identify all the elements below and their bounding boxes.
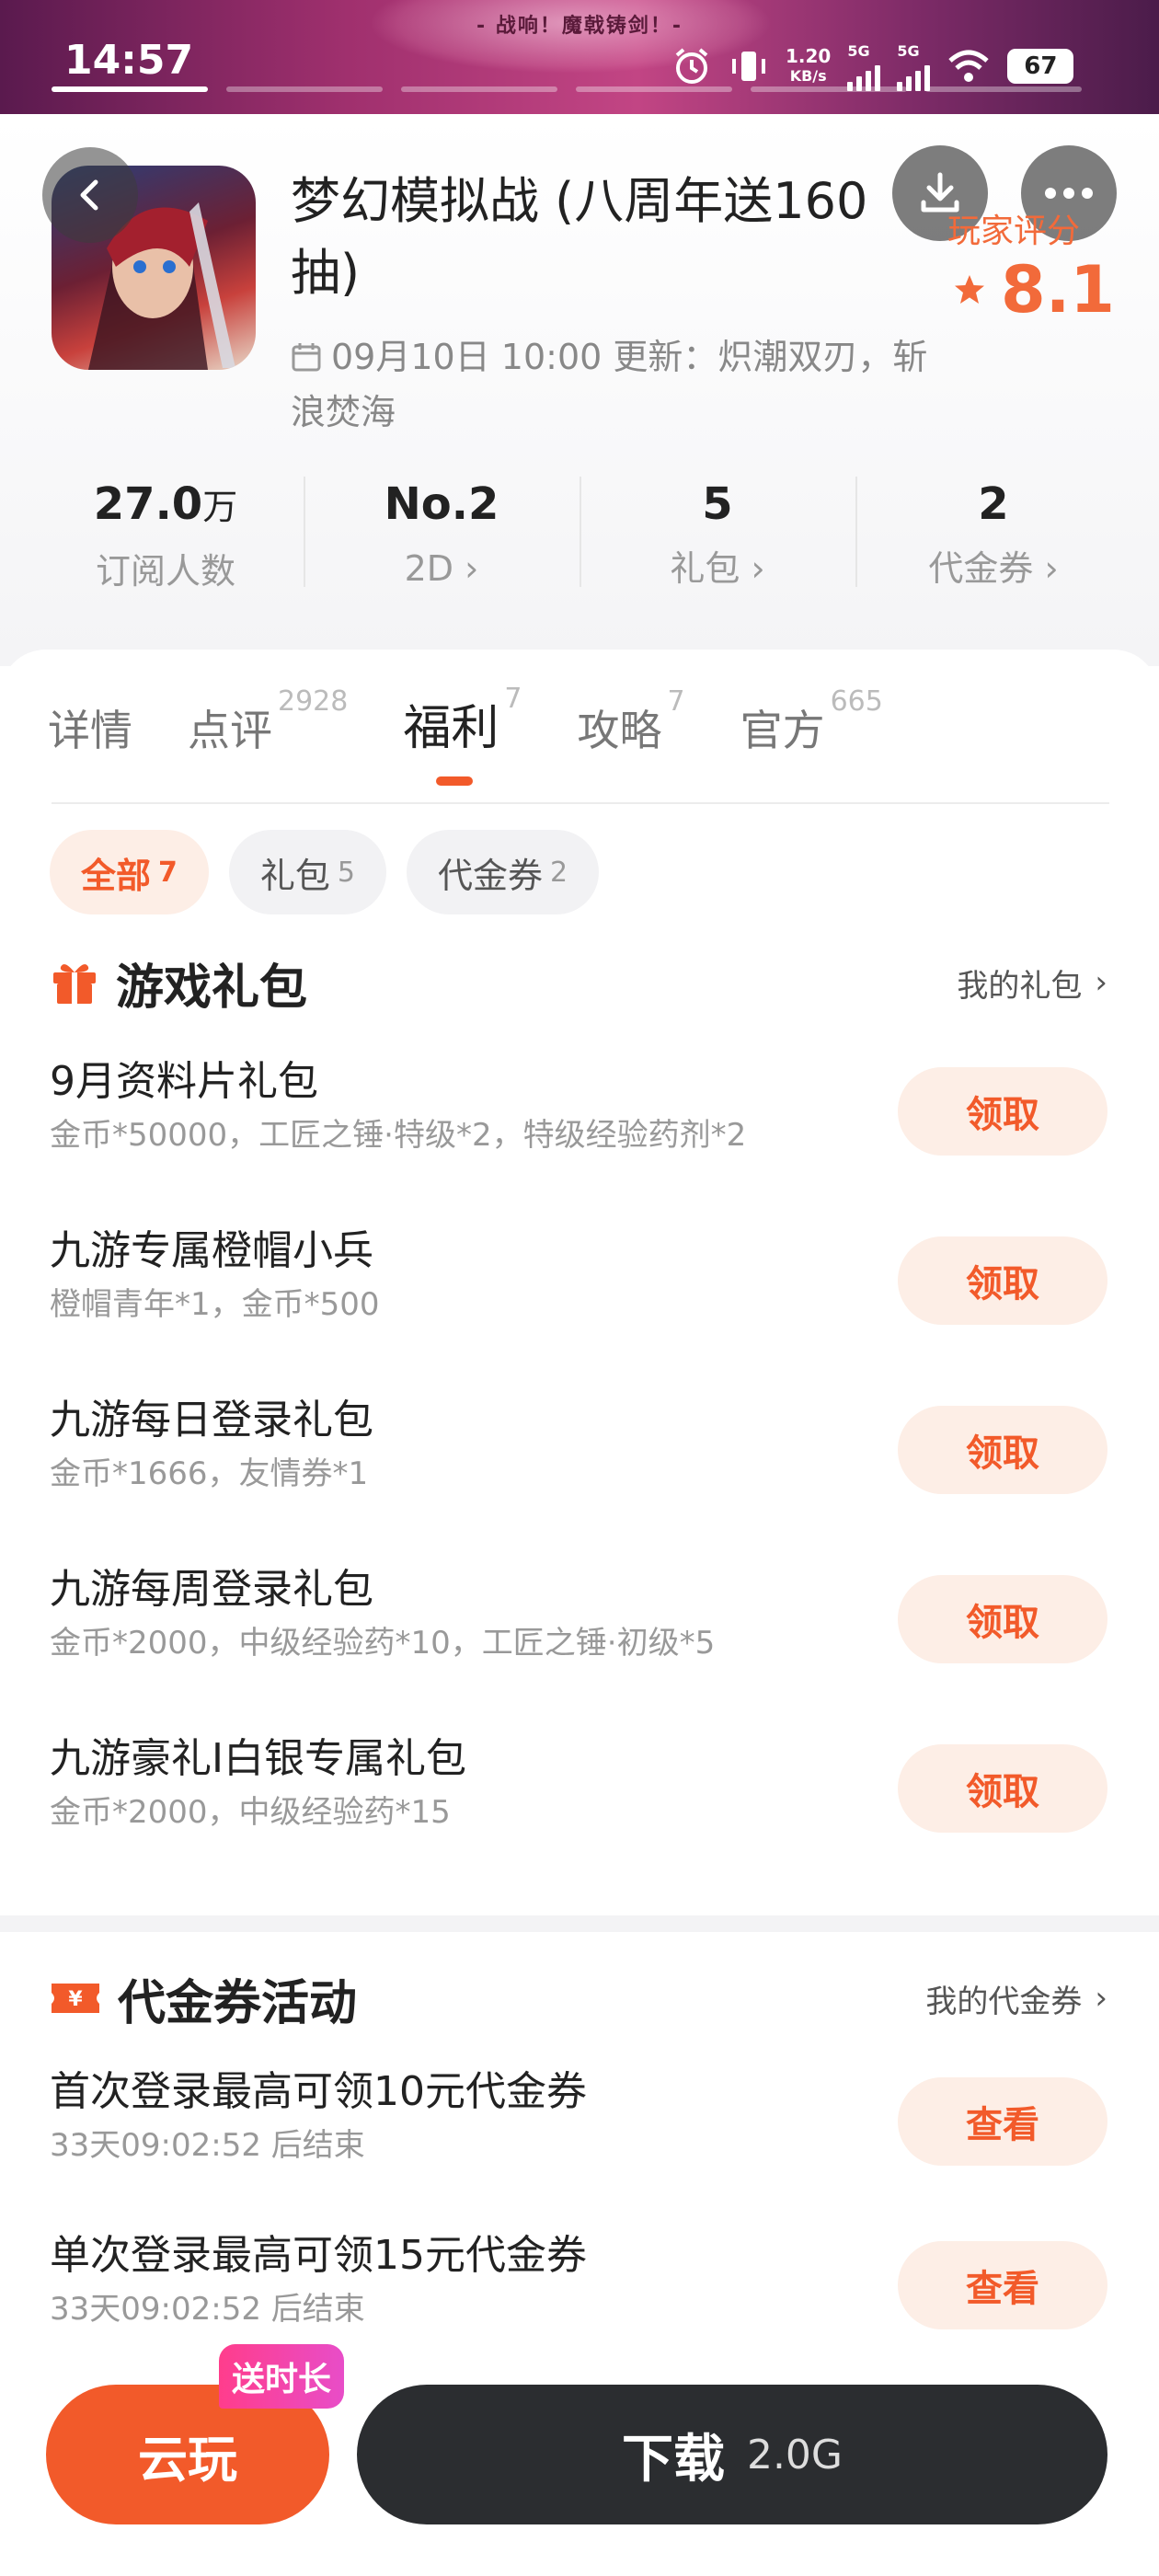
update-info: 09月10日 10:00 更新：炽潮双刃，斩浪焚海: [291, 331, 935, 438]
update-text: 09月10日 10:00 更新：炽潮双刃，斩浪焚海: [291, 337, 928, 432]
game-banner: - 战响！魔戟铸剑！- 14:57 1.20 KB/s 5G 5G 67: [0, 0, 1159, 114]
stat-ranking[interactable]: No.2 2D ›: [304, 467, 580, 596]
bottom-action-bar: 云玩 送时长 下载 2.0G: [0, 2344, 1159, 2576]
stat-gifts[interactable]: 5 礼包 ›: [580, 467, 855, 596]
chevron-right-icon: ›: [1044, 548, 1059, 589]
voucher-section-header: ¥ 代金券活动 我的代金券 ›: [50, 1961, 1107, 2035]
signal-icon: [847, 60, 881, 91]
more-icon: [1045, 188, 1093, 199]
gift-section-title: 游戏礼包: [116, 960, 308, 1016]
claim-button[interactable]: 领取: [898, 1744, 1107, 1833]
claim-button[interactable]: 领取: [898, 1575, 1107, 1663]
rating-value: 8.1: [1001, 252, 1116, 328]
stat-vouchers[interactable]: 2 代金券 ›: [855, 467, 1131, 596]
rating-label: 玩家评分: [947, 213, 1081, 250]
content-card: 详情 点评2928 福利7 攻略7 官方665 全部 7 礼包 5 代金券 2 游戏礼…: [0, 650, 1159, 2576]
wifi-icon: [948, 50, 990, 82]
cloud-play-label: 云玩: [138, 2430, 237, 2489]
claim-button[interactable]: 领取: [898, 1406, 1107, 1494]
stat-label: 2D: [404, 548, 454, 589]
tab-count: 665: [830, 684, 883, 718]
calendar-icon: [291, 335, 322, 386]
claim-button[interactable]: 领取: [898, 1236, 1107, 1325]
voucher-section-title: 代金券活动: [118, 1975, 358, 2031]
stat-subscribers: 27.0万 订阅人数: [28, 467, 304, 596]
download-button[interactable]: 下载 2.0G: [357, 2385, 1107, 2524]
my-vouchers-link[interactable]: 我的代金券 ›: [925, 1976, 1107, 2021]
alarm-icon: [675, 48, 708, 84]
tab-official[interactable]: 官方665: [740, 685, 883, 786]
gift-section-header: 游戏礼包 我的礼包 ›: [50, 946, 1107, 1019]
tab-guides[interactable]: 攻略7: [577, 685, 684, 786]
network-speed: 1.20 KB/s: [786, 45, 832, 85]
tab-details[interactable]: 详情: [48, 697, 132, 786]
back-button[interactable]: [42, 147, 138, 243]
game-title: 梦幻模拟战 (八周年送160抽): [291, 172, 868, 302]
vibrate-icon: [732, 52, 765, 81]
gift-row: 9月资料片礼包 金币*50000，工匠之锤·特级*2，特级经验药剂*2 领取: [50, 1052, 1107, 1190]
stat-value: 27.0: [93, 478, 203, 530]
star-icon: [955, 275, 984, 304]
chip-all[interactable]: 全部 7: [50, 830, 209, 914]
stat-label: 订阅人数: [95, 551, 235, 592]
signal-icon: [897, 60, 931, 91]
gift-row: 九游每周登录礼包 金币*2000，中级经验药*10，工匠之锤·初级*5 领取: [50, 1560, 1107, 1698]
stat-unit: 万: [202, 487, 238, 527]
voucher-icon: ¥: [52, 1984, 99, 2013]
voucher-row: 首次登录最高可领10元代金券 33天09:02:52 后结束 查看: [50, 2063, 1107, 2201]
section-divider: [0, 1915, 1159, 1932]
my-gifts-link[interactable]: 我的礼包 ›: [957, 960, 1107, 1006]
chip-vouchers[interactable]: 代金券 2: [407, 830, 600, 914]
cloud-play-badge: 送时长: [219, 2344, 345, 2409]
tab-count: 2928: [278, 684, 349, 718]
signal-2: 5G: [897, 42, 931, 91]
tab-count: 7: [504, 682, 522, 715]
chevron-right-icon: ›: [465, 548, 479, 589]
stat-label: 礼包: [670, 548, 740, 589]
voucher-row: 单次登录最高可领15元代金券 33天09:02:52 后结束 查看: [50, 2226, 1107, 2364]
claim-button[interactable]: 领取: [898, 1067, 1107, 1156]
download-label: 下载: [621, 2429, 725, 2490]
banner-caption: - 战响！魔戟铸剑！-: [476, 15, 683, 38]
stat-label: 代金券: [928, 548, 1034, 589]
tab-benefits[interactable]: 福利7: [403, 683, 522, 786]
signal-1: 5G: [847, 42, 881, 91]
stat-value: 5: [702, 478, 733, 530]
rating-score: 8.1: [953, 252, 1115, 328]
download-size: 2.0G: [746, 2431, 843, 2478]
chevron-left-icon: [80, 179, 98, 211]
gift-row: 九游专属橙帽小兵 橙帽青年*1，金币*500 领取: [50, 1222, 1107, 1360]
tab-reviews[interactable]: 点评2928: [188, 685, 348, 786]
svg-text:¥: ¥: [68, 1988, 83, 2011]
battery-indicator: 67: [1007, 49, 1074, 84]
view-button[interactable]: 查看: [898, 2077, 1107, 2166]
stat-value: No.2: [384, 478, 499, 530]
status-icons: 1.20 KB/s 5G 5G 67: [671, 39, 1074, 94]
stats-row: 27.0万 订阅人数 No.2 2D › 5 礼包 › 2 代金券 ›: [28, 467, 1131, 596]
gift-row: 九游每日登录礼包 金币*1666，友情券*1 领取: [50, 1391, 1107, 1529]
chevron-right-icon: ›: [1095, 964, 1107, 1001]
gift-icon: [53, 964, 96, 1004]
stat-value: 2: [978, 478, 1009, 530]
filter-chips: 全部 7 礼包 5 代金券 2: [50, 830, 600, 914]
chip-gifts[interactable]: 礼包 5: [228, 830, 386, 914]
tab-count: 7: [667, 684, 685, 718]
chevron-right-icon: ›: [1095, 1980, 1107, 2017]
status-time: 14:57: [64, 37, 194, 84]
tab-bar: 详情 点评2928 福利7 攻略7 官方665: [48, 683, 883, 786]
view-button[interactable]: 查看: [898, 2241, 1107, 2329]
gift-row: 九游豪礼I白银专属礼包 金币*2000，中级经验药*15 领取: [50, 1730, 1107, 1868]
tab-divider: [52, 802, 1109, 804]
chevron-right-icon: ›: [751, 548, 765, 589]
